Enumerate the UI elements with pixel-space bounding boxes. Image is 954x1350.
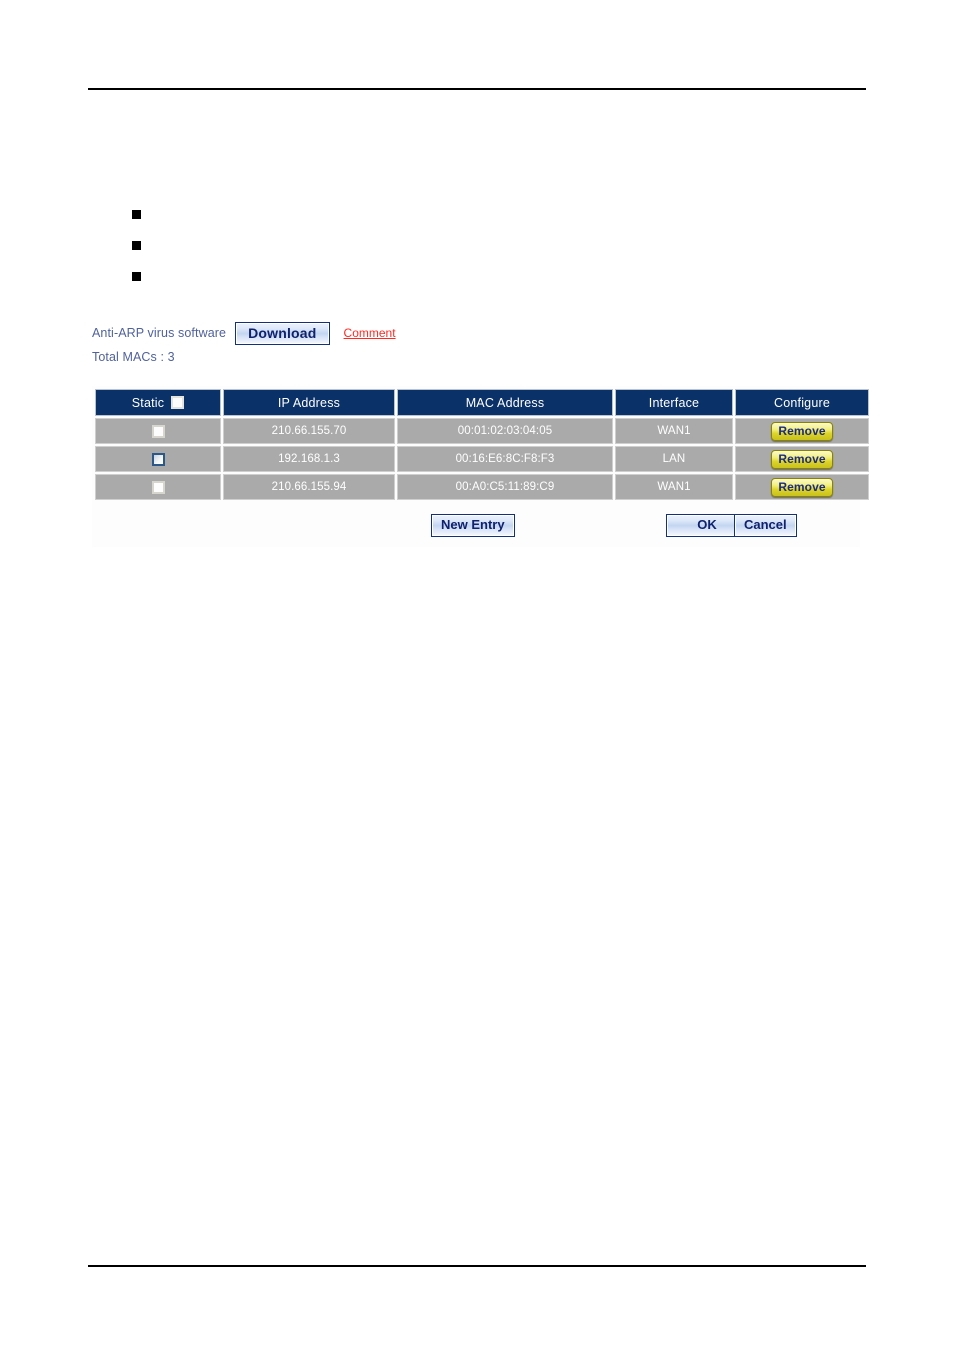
cell-configure: Remove [735, 446, 869, 472]
square-bullet-icon [132, 272, 141, 281]
anti-arp-info-block: Anti-ARP virus software Download Comment… [92, 321, 396, 367]
page-top-divider [88, 88, 866, 90]
cell-mac-address: 00:01:02:03:04:05 [397, 418, 613, 444]
cell-mac-address: 00:A0:C5:11:89:C9 [397, 474, 613, 500]
row-static-checkbox[interactable] [151, 480, 165, 494]
list-item [132, 237, 151, 268]
comment-link[interactable]: Comment [344, 326, 396, 340]
cell-interface: WAN1 [615, 474, 733, 500]
table-row: 210.66.155.70 00:01:02:03:04:05 WAN1 Rem… [95, 418, 869, 444]
cell-interface: LAN [615, 446, 733, 472]
arp-table-panel: Static IP Address MAC Address Interface … [92, 386, 869, 547]
remove-button[interactable]: Remove [771, 421, 833, 441]
square-bullet-icon [132, 210, 141, 219]
anti-arp-label: Anti-ARP virus software [92, 326, 227, 340]
table-row: 210.66.155.94 00:A0:C5:11:89:C9 WAN1 Rem… [95, 474, 869, 500]
arp-table: Static IP Address MAC Address Interface … [93, 387, 871, 502]
column-header-ip-address: IP Address [223, 389, 395, 416]
column-header-interface: Interface [615, 389, 733, 416]
cell-configure: Remove [735, 418, 869, 444]
bullet-list [132, 206, 151, 299]
new-entry-button[interactable]: New Entry [431, 514, 515, 537]
row-static-checkbox[interactable] [151, 452, 165, 466]
remove-button[interactable]: Remove [771, 449, 833, 469]
cell-mac-address: 00:16:E6:8C:F8:F3 [397, 446, 613, 472]
cell-ip-address: 210.66.155.94 [223, 474, 395, 500]
total-macs-row: Total MACs : 3 [92, 347, 396, 367]
cell-ip-address: 210.66.155.70 [223, 418, 395, 444]
page-bottom-divider [88, 1265, 866, 1267]
download-button[interactable]: Download [235, 321, 330, 345]
cell-static [95, 446, 221, 472]
select-all-checkbox[interactable] [171, 396, 185, 409]
cell-static [95, 474, 221, 500]
panel-action-bar: New Entry OK Cancel [93, 502, 859, 546]
column-header-static: Static [95, 389, 221, 416]
anti-arp-row: Anti-ARP virus software Download Comment [92, 321, 396, 345]
square-bullet-icon [132, 241, 141, 250]
column-header-static-label: Static [131, 395, 165, 410]
column-header-mac-address: MAC Address [397, 389, 613, 416]
cell-interface: WAN1 [615, 418, 733, 444]
total-macs-label: Total MACs : 3 [92, 350, 175, 364]
cell-static [95, 418, 221, 444]
cell-configure: Remove [735, 474, 869, 500]
list-item [132, 206, 151, 237]
remove-button[interactable]: Remove [771, 477, 833, 497]
table-header-row: Static IP Address MAC Address Interface … [95, 389, 869, 416]
column-header-configure: Configure [735, 389, 869, 416]
cancel-button[interactable]: Cancel [734, 514, 797, 537]
cell-ip-address: 192.168.1.3 [223, 446, 395, 472]
row-static-checkbox[interactable] [151, 424, 165, 438]
table-row: 192.168.1.3 00:16:E6:8C:F8:F3 LAN Remove [95, 446, 869, 472]
list-item [132, 268, 151, 299]
